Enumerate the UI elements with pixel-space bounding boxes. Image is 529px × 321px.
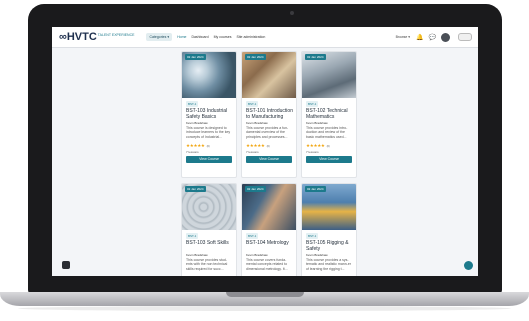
date-badge: 02 Jan 2024 (245, 54, 266, 60)
course-code-badge: BST-1 (306, 101, 319, 107)
course-code-badge: BST-1 (246, 101, 259, 107)
logo-subtitle: TALENT EXPERIENCE (97, 33, 135, 37)
nav-dashboard[interactable]: Dashboard (191, 35, 208, 39)
laptop-shadow (18, 306, 511, 311)
course-author: Kevin Bradshaw (246, 253, 268, 257)
course-description: This course covers funda-mental concepts… (246, 258, 288, 271)
course-card[interactable]: 02 Jan 2024 BST-1 BST-103 Soft Skills Ke… (181, 183, 237, 276)
chat-icon[interactable]: 💬 (429, 34, 436, 41)
view-course-button[interactable]: View Course (246, 156, 292, 163)
course-author: Kevin Bradshaw (186, 121, 208, 125)
course-card[interactable]: 02 Jan 2024 BST-1 BST-101 Introduction t… (241, 51, 297, 178)
webcam (290, 11, 294, 15)
bell-icon[interactable]: 🔔 (416, 34, 423, 41)
course-author: Kevin Bradshaw (306, 253, 328, 257)
drawer-toggle-button[interactable] (62, 261, 70, 269)
course-code-badge: BST-1 (186, 233, 199, 239)
course-author: Kevin Bradshaw (306, 121, 328, 125)
course-code-badge: BST-1 (186, 101, 199, 107)
course-description: This course provides a sys-tematic and r… (306, 258, 351, 271)
view-course-button[interactable]: View Course (306, 156, 352, 163)
course-code-badge: BST-1 (306, 233, 319, 239)
browser-screen: ∞ HVTC TALENT EXPERIENCE Categories ▾ Ho… (52, 27, 478, 276)
logo-text: HVTC (66, 31, 97, 43)
lessons-count: 7 lessons (246, 150, 259, 154)
course-title[interactable]: BST-104 Metrology (246, 240, 294, 246)
hvtc-logo[interactable]: ∞ HVTC TALENT EXPERIENCE (59, 31, 134, 43)
course-title[interactable]: BST-103 Soft Skills (186, 240, 234, 246)
date-badge: 02 Jan 2024 (185, 186, 206, 192)
lessons-count: 7 lessons (186, 150, 199, 154)
browse-dropdown[interactable]: Browse ▾ (396, 35, 410, 39)
course-description: This course is designed to introduce lea… (186, 126, 231, 139)
rating-stars: ★★★★★ (0) (306, 143, 330, 148)
course-title[interactable]: BST-102 Technical Mathematics (306, 108, 354, 120)
course-card[interactable]: 02 Jan 2024 BST-1 BST-104 Metrology Kevi… (241, 183, 297, 276)
nav-site-administration[interactable]: Site administration (236, 35, 265, 39)
course-code-badge: BST-1 (246, 233, 259, 239)
course-title[interactable]: BST-105 Rigging & Safety (306, 240, 354, 252)
laptop-notch (226, 292, 304, 297)
course-description: This course provides a fun-damental over… (246, 126, 289, 139)
help-button[interactable] (464, 261, 473, 270)
course-card[interactable]: 02 Jan 2024 BST-1 BST-105 Rigging & Safe… (301, 183, 357, 276)
view-course-button[interactable]: View Course (186, 156, 232, 163)
course-card[interactable]: 02 Jan 2024 BST-1 BST-103 Industrial Saf… (181, 51, 237, 178)
nav-home[interactable]: Home (177, 35, 186, 39)
navbar-right: Browse ▾ 🔔 💬 (396, 32, 472, 42)
top-navbar: ∞ HVTC TALENT EXPERIENCE Categories ▾ Ho… (52, 27, 478, 48)
course-description: This course provides stud-ents with the … (186, 258, 228, 271)
lessons-count: 7 lessons (306, 150, 319, 154)
date-badge: 02 Jan 2024 (305, 186, 326, 192)
course-description: This course provides intro-duction and r… (306, 126, 348, 139)
course-title[interactable]: BST-103 Industrial Safety Basics (186, 108, 234, 120)
date-badge: 02 Jan 2024 (185, 54, 206, 60)
rating-stars: ★★★★★ (0) (186, 143, 210, 148)
nav-my-courses[interactable]: My courses (214, 35, 232, 39)
user-avatar[interactable] (441, 32, 450, 42)
course-author: Kevin Bradshaw (186, 253, 208, 257)
logo-mark-icon: ∞ (59, 31, 67, 43)
date-badge: 02 Jan 2024 (305, 54, 326, 60)
course-title[interactable]: BST-101 Introduction to Manufacturing (246, 108, 294, 120)
date-badge: 02 Jan 2024 (245, 186, 266, 192)
edit-mode-toggle[interactable] (458, 33, 472, 41)
course-author: Kevin Bradshaw (246, 121, 268, 125)
rating-stars: ★★★★★ (0) (246, 143, 270, 148)
course-card[interactable]: 02 Jan 2024 BST-1 BST-102 Technical Math… (301, 51, 357, 178)
categories-dropdown[interactable]: Categories ▾ (146, 33, 173, 41)
